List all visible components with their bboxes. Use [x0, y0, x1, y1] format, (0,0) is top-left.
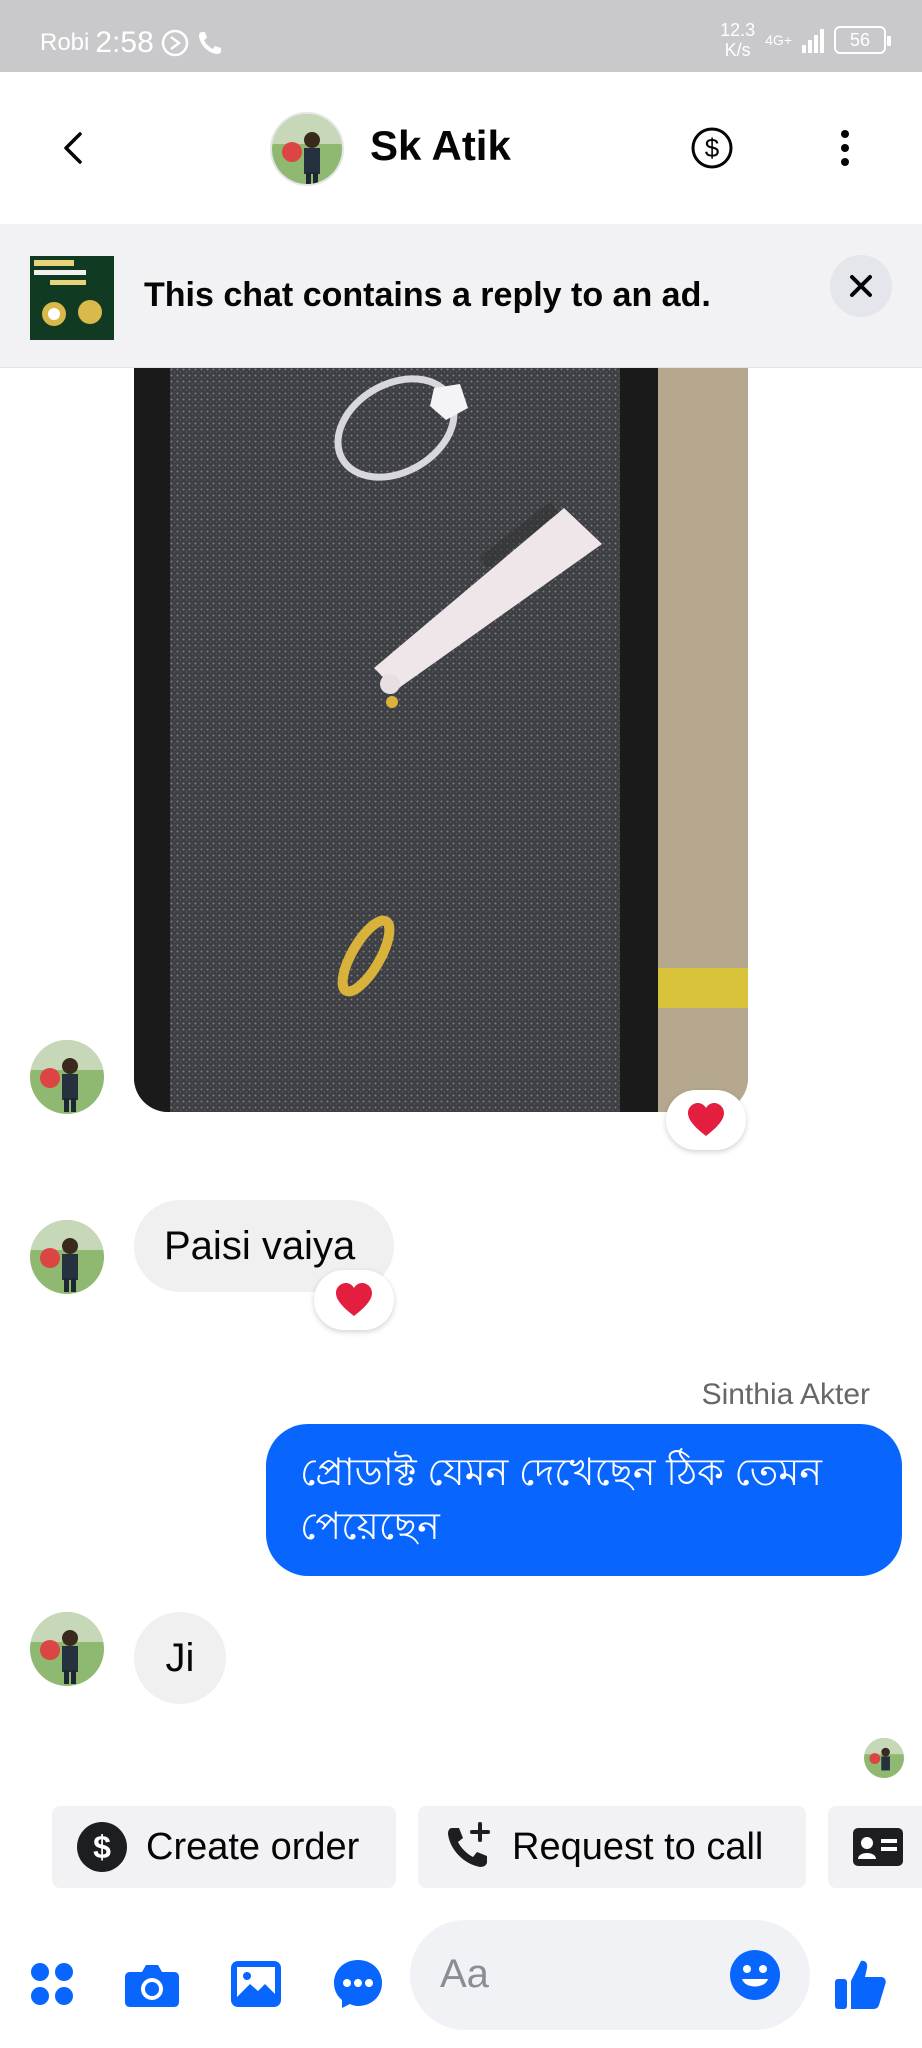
message-text: প্রোডাক্ট যেমন দেখেছেন ঠিক তেমন পেয়েছেন — [300, 1452, 823, 1548]
gallery-icon[interactable] — [228, 1956, 284, 2012]
contact-name[interactable]: Sk Atik — [370, 122, 511, 170]
contact-avatar-small[interactable] — [30, 1612, 104, 1686]
svg-text:$: $ — [93, 1829, 111, 1865]
ad-thumbnail[interactable] — [30, 256, 114, 340]
carrier-label: Robi — [40, 29, 90, 56]
sender-name: Sinthia Akter — [701, 1378, 870, 1411]
close-banner-button[interactable] — [830, 255, 892, 317]
message-input-placeholder: Aa — [440, 1952, 489, 1996]
message-text: Ji — [165, 1635, 195, 1680]
request-call-label: Request to call — [512, 1825, 764, 1868]
emoji-icon[interactable] — [728, 1948, 782, 2002]
dollar-circle-icon[interactable]: $ — [688, 124, 736, 172]
ad-banner-text: This chat contains a reply to an ad. — [144, 276, 711, 314]
nfc-icon — [161, 29, 188, 57]
speed-value: 12.3 — [720, 20, 756, 40]
status-right: 12.3 K/s 4G+ 56 — [720, 20, 891, 60]
chat-header: Sk Atik $ — [0, 72, 922, 224]
contact-avatar[interactable] — [270, 112, 344, 186]
heart-reaction[interactable] — [314, 1270, 394, 1330]
contact-avatar-small[interactable] — [30, 1220, 104, 1294]
signal-icon — [802, 27, 824, 53]
incoming-message-bubble[interactable]: Ji — [134, 1612, 226, 1704]
battery-icon: 56 — [834, 26, 891, 54]
call-icon — [198, 32, 221, 54]
like-icon[interactable] — [832, 1956, 888, 2012]
close-icon — [850, 275, 872, 297]
message-input[interactable]: Aa — [410, 1920, 810, 2030]
speed-unit: K/s — [724, 40, 751, 60]
more-vertical-icon[interactable] — [830, 124, 860, 172]
heart-reaction[interactable] — [666, 1090, 746, 1150]
network-speed: 12.3 K/s — [720, 20, 755, 60]
dollar-icon: $ — [76, 1821, 128, 1873]
image-message[interactable] — [134, 368, 748, 1112]
contact-avatar-small[interactable] — [30, 1040, 104, 1114]
camera-icon[interactable] — [124, 1956, 180, 2012]
svg-text:$: $ — [705, 133, 720, 163]
heart-icon — [688, 1103, 724, 1136]
messenger-chat-icon[interactable] — [330, 1956, 386, 2012]
status-left: Robi 2:58 — [40, 26, 224, 60]
phone-add-icon — [444, 1822, 494, 1872]
message-text: Paisi vaiya — [164, 1223, 356, 1268]
battery-level: 56 — [849, 29, 871, 50]
status-bar: Robi 2:58 12.3 K/s 4G+ 56 — [0, 0, 922, 72]
network-type: 4G+ — [765, 32, 792, 48]
heart-icon — [336, 1283, 372, 1316]
id-card-icon — [852, 1827, 904, 1867]
apps-icon[interactable] — [24, 1956, 80, 2012]
back-icon[interactable] — [50, 124, 98, 172]
contact-card-button[interactable] — [828, 1806, 922, 1888]
request-call-button[interactable]: Request to call — [418, 1806, 806, 1888]
create-order-label: Create order — [146, 1825, 360, 1868]
seen-indicator-avatar — [864, 1738, 904, 1778]
clock: 2:58 — [95, 26, 154, 59]
ad-reply-banner: This chat contains a reply to an ad. — [0, 224, 922, 368]
create-order-button[interactable]: $ Create order — [52, 1806, 396, 1888]
outgoing-message-bubble[interactable]: প্রোডাক্ট যেমন দেখেছেন ঠিক তেমন পেয়েছেন — [266, 1424, 902, 1576]
